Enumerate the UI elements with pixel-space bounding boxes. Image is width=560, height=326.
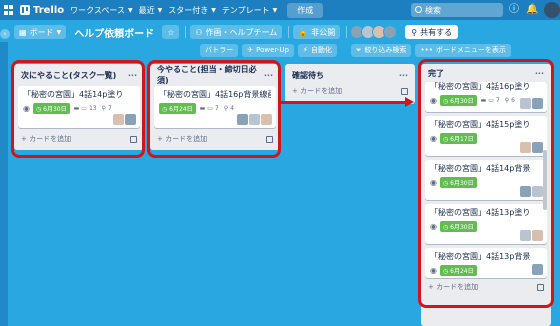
chevron-down-icon: ▼ xyxy=(272,6,278,14)
more-icon: ••• xyxy=(420,46,433,54)
annotation-arrow xyxy=(280,101,407,104)
board-view-icon: ▦ xyxy=(19,27,27,37)
filter-label: 絞り込み検索 xyxy=(364,46,407,54)
lightning-icon: ⚡ xyxy=(302,46,308,54)
list-review: 確認待ち ··· + カードを追加 xyxy=(285,64,415,104)
list-title[interactable]: 確認待ち xyxy=(292,70,324,81)
star-icon: ☆ xyxy=(167,27,175,37)
star-button[interactable]: ☆ xyxy=(162,25,180,39)
member-avatar[interactable] xyxy=(383,25,398,39)
menu-label: テンプレート xyxy=(221,5,270,15)
board-title[interactable]: ヘルプ依頼ボード xyxy=(74,25,154,40)
add-member-icon: ⚲ xyxy=(411,27,418,37)
board-menu-button[interactable]: ••• ボードメニューを表示 xyxy=(415,43,511,57)
divider xyxy=(288,26,290,38)
chevron-down-icon: ▼ xyxy=(157,6,163,14)
apps-grid-icon[interactable] xyxy=(4,5,14,15)
menu-templates[interactable]: テンプレート ▼ xyxy=(222,5,277,16)
add-card-label: + カードを追加 xyxy=(292,87,343,95)
menu-workspaces[interactable]: ワークスペース ▼ xyxy=(70,5,132,16)
user-avatar[interactable] xyxy=(544,2,560,18)
trello-logo-icon xyxy=(20,5,30,15)
filter-button[interactable]: ⏷ 絞り込み検索 xyxy=(350,43,412,57)
info-icon[interactable]: ⓘ xyxy=(508,4,520,16)
search-input[interactable]: 検索 xyxy=(411,3,503,17)
butler-label: バトラー xyxy=(205,46,234,54)
board-menu-label: ボードメニューを表示 xyxy=(435,46,506,54)
menu-label: スター付き xyxy=(168,5,209,15)
menu-label: ワークスペース xyxy=(70,5,125,15)
annotation-highlight-todo xyxy=(11,60,145,158)
board-members[interactable] xyxy=(350,25,398,39)
list-header[interactable]: 確認待ち ··· xyxy=(289,68,411,82)
visibility-label: 非公開 xyxy=(311,27,336,37)
board-header: ▦ ボード ▼ ヘルプ依頼ボード ☆ ⚇ 作画・ヘルプチーム 🔒 非公開 ⚲ 共… xyxy=(0,22,560,42)
menu-recent[interactable]: 最近 ▼ xyxy=(139,5,163,16)
filter-icon: ⏷ xyxy=(355,45,362,54)
list-menu-icon[interactable]: ··· xyxy=(399,71,408,80)
board-view-label: ボード xyxy=(29,27,54,37)
workspace-label: 作画・ヘルプチーム xyxy=(205,27,278,37)
board-toolbar: バトラー ✈ Power-Up ⚡ 自動化 ⏷ 絞り込み検索 ••• ボードメニューを表… xyxy=(196,43,511,57)
trello-logo-text: Trello xyxy=(33,4,65,16)
board-view-switcher[interactable]: ▦ ボード ▼ xyxy=(14,25,67,39)
automation-button[interactable]: ⚡ 自動化 xyxy=(297,43,337,57)
powerup-label: Power-Up xyxy=(256,46,289,54)
divider xyxy=(346,26,348,38)
chevron-down-icon: ▼ xyxy=(127,6,133,14)
workspace-button[interactable]: ⚇ 作画・ヘルプチーム xyxy=(190,25,283,39)
automation-label: 自動化 xyxy=(310,46,332,54)
template-icon[interactable] xyxy=(401,87,408,95)
lock-icon: 🔒 xyxy=(298,27,309,37)
share-button[interactable]: ⚲ 共有する xyxy=(405,25,459,39)
menu-label: 最近 xyxy=(138,5,155,15)
divider xyxy=(185,26,187,38)
chevron-down-icon: ▼ xyxy=(211,6,216,14)
chevron-down-icon: ▼ xyxy=(56,28,62,36)
butler-button[interactable]: バトラー xyxy=(200,43,239,57)
add-card-button[interactable]: + カードを追加 xyxy=(289,86,411,96)
annotation-arrow-head xyxy=(405,97,414,107)
menu-starred[interactable]: スター付き ▼ xyxy=(168,5,216,16)
search-icon xyxy=(415,6,422,13)
sidebar-collapsed[interactable] xyxy=(0,42,8,326)
rocket-icon: ✈ xyxy=(247,46,254,54)
annotation-highlight-done xyxy=(418,59,554,308)
bell-icon[interactable]: 🔔 xyxy=(526,4,538,16)
annotation-highlight-doing xyxy=(147,60,281,158)
create-button[interactable]: 作成 xyxy=(287,2,324,18)
powerup-button[interactable]: ✈ Power-Up xyxy=(242,43,294,57)
team-icon: ⚇ xyxy=(195,27,203,37)
trello-logo[interactable]: Trello xyxy=(20,5,64,16)
visibility-button[interactable]: 🔒 非公開 xyxy=(293,25,341,39)
share-label: 共有する xyxy=(420,27,453,37)
search-placeholder: 検索 xyxy=(425,5,441,15)
